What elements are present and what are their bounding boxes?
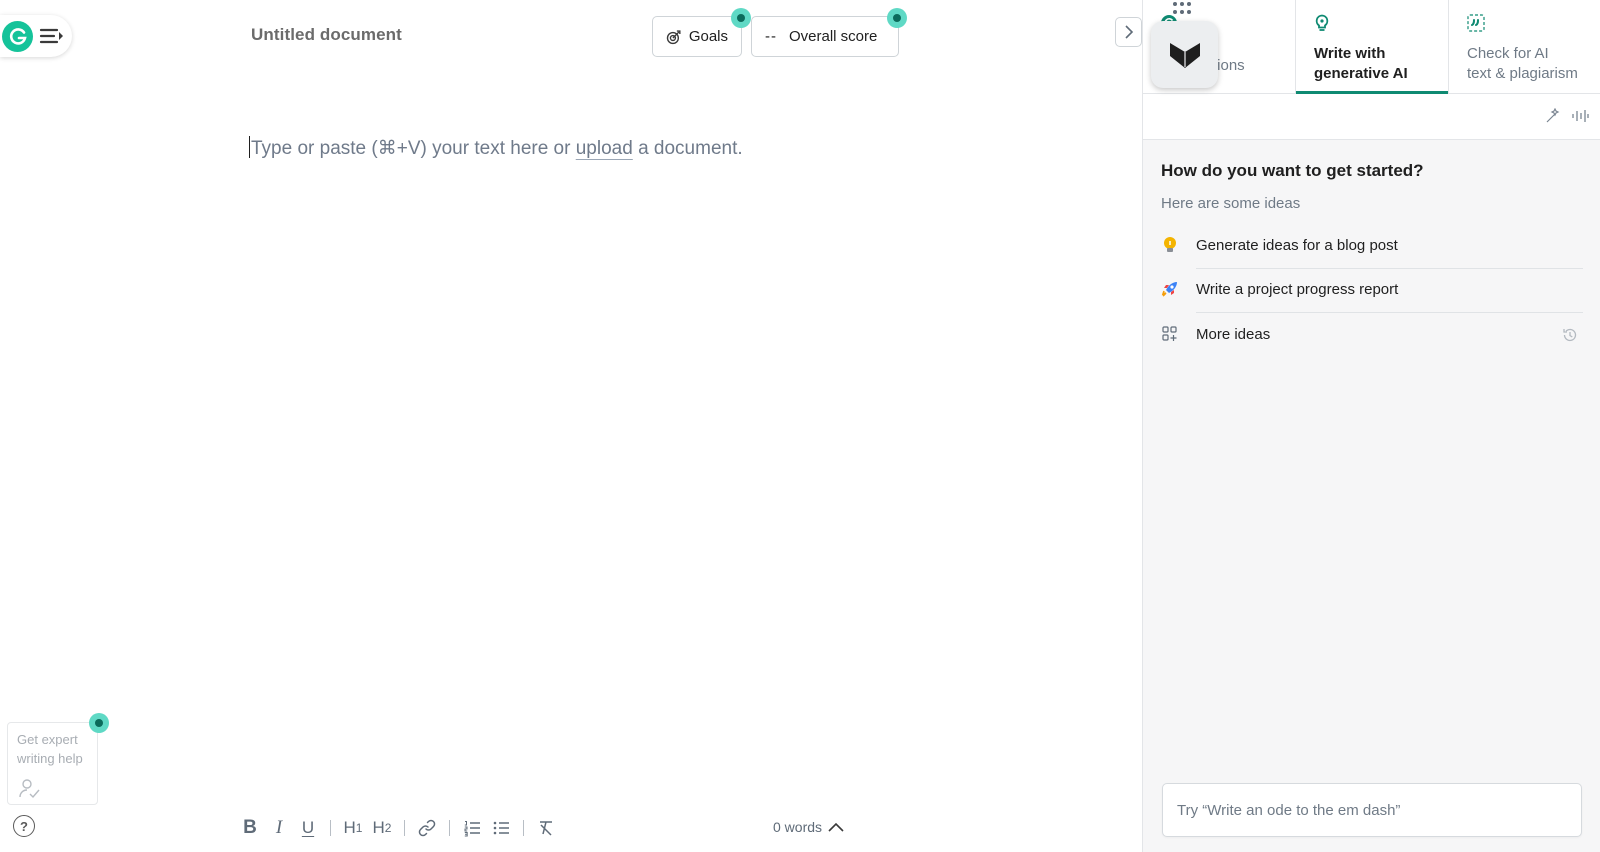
magic-wand-icon[interactable]: [1545, 108, 1561, 124]
panel-subbar: [1143, 94, 1600, 140]
toolbar-divider: [449, 820, 450, 836]
heading2-button[interactable]: H2: [369, 815, 395, 841]
tab-check-ai-plagiarism[interactable]: Check for AI text & plagiarism: [1448, 0, 1600, 94]
idea-more-ideas[interactable]: More ideas: [1161, 312, 1583, 356]
heading1-letter: H: [343, 818, 356, 837]
voice-wave-icon[interactable]: [1571, 108, 1589, 124]
clear-formatting-icon: [540, 821, 552, 836]
grid-plus-icon: [1161, 325, 1179, 343]
help-icon: ?: [20, 818, 28, 834]
goals-button[interactable]: Goals: [652, 16, 742, 57]
tab-ai-label-line2: generative AI: [1314, 65, 1408, 82]
score-notification-dot: [887, 8, 907, 28]
toolbar-divider: [330, 820, 331, 836]
apps-grid-icon: [1173, 2, 1191, 14]
grammarly-menu-button[interactable]: [0, 15, 72, 57]
score-value: --: [765, 28, 777, 45]
editor-placeholder-end: a document.: [632, 138, 743, 159]
tab-generative-ai[interactable]: Write with generative AI: [1296, 0, 1448, 94]
browser-extension-badge[interactable]: [1151, 21, 1218, 88]
upload-link[interactable]: upload: [576, 138, 633, 159]
expert-help-line2: writing help: [17, 751, 83, 766]
underline-button[interactable]: U: [295, 815, 321, 841]
text-caret: [249, 136, 250, 158]
goals-label: Goals: [688, 28, 728, 45]
tab-check-label-line2: text & plagiarism: [1467, 65, 1578, 82]
expert-notification-dot: [89, 713, 109, 733]
score-label: Overall score: [789, 28, 878, 45]
help-button[interactable]: ?: [13, 815, 35, 837]
ai-prompt-input[interactable]: Try “Write an ode to the em dash”: [1162, 783, 1582, 837]
document-editor[interactable]: Type or paste (⌘+V) your text here or up…: [249, 136, 743, 160]
expert-help-card[interactable]: Get expert writing help: [7, 722, 98, 805]
expert-person-icon: [19, 779, 40, 799]
collapse-panel-button[interactable]: [1115, 17, 1142, 47]
overall-score-button[interactable]: -- Overall score: [751, 16, 899, 57]
numbered-list-button[interactable]: [459, 815, 485, 841]
bold-button[interactable]: B: [237, 815, 263, 841]
idea-progress-report[interactable]: Write a project progress report: [1161, 267, 1583, 311]
quote-icon: [1467, 14, 1485, 32]
document-title[interactable]: Untitled document: [251, 25, 402, 45]
get-started-heading: How do you want to get started?: [1161, 161, 1424, 180]
menu-expand-icon: [39, 28, 63, 44]
tab-ai-label-line1: Write with: [1314, 45, 1386, 62]
expert-help-line1: Get expert: [17, 732, 78, 747]
heading1-level: 1: [355, 821, 363, 835]
lightbulb-icon: [1315, 14, 1329, 31]
formatting-toolbar: B I U H1 H2: [237, 815, 562, 841]
italic-button[interactable]: I: [266, 815, 292, 841]
toolbar-divider: [404, 820, 405, 836]
lightbulb-icon: [1161, 236, 1179, 254]
link-icon: [418, 819, 436, 837]
chevron-up-icon: [828, 822, 844, 832]
bullet-list-button[interactable]: [488, 815, 514, 841]
heading1-button[interactable]: H1: [340, 815, 366, 841]
target-icon: [666, 29, 681, 44]
toolbar-divider: [523, 820, 524, 836]
assistant-panel: tions Write with generative AI Check for…: [1142, 0, 1600, 852]
chevron-right-icon: [1124, 25, 1133, 39]
extension-logo-icon: [1169, 42, 1200, 68]
word-count-button[interactable]: 0 words: [773, 819, 844, 835]
idea-blog-post[interactable]: Generate ideas for a blog post: [1161, 223, 1583, 267]
bullet-list-icon: [493, 821, 509, 835]
history-icon[interactable]: [1562, 327, 1578, 343]
word-count: 0 words: [773, 819, 823, 835]
goals-notification-dot: [731, 8, 751, 28]
link-button[interactable]: [414, 815, 440, 841]
rocket-icon: [1161, 280, 1179, 298]
heading2-letter: H: [372, 818, 385, 837]
app-window: Untitled document Goals -- Overall score…: [0, 0, 1600, 852]
idea-label: Generate ideas for a blog post: [1196, 236, 1398, 254]
heading2-level: 2: [384, 821, 392, 835]
idea-label: Write a project progress report: [1196, 280, 1399, 298]
ai-prompt-placeholder: Try “Write an ode to the em dash”: [1177, 801, 1401, 819]
grammarly-logo-icon: [2, 20, 33, 52]
tab-check-label-line1: Check for AI: [1467, 45, 1549, 62]
idea-label: More ideas: [1196, 325, 1271, 343]
editor-placeholder-start: Type or paste (⌘+V) your text here or: [251, 138, 576, 159]
numbered-list-icon: [464, 821, 480, 837]
get-started-subtitle: Here are some ideas: [1161, 195, 1301, 212]
clear-formatting-button[interactable]: [533, 815, 559, 841]
